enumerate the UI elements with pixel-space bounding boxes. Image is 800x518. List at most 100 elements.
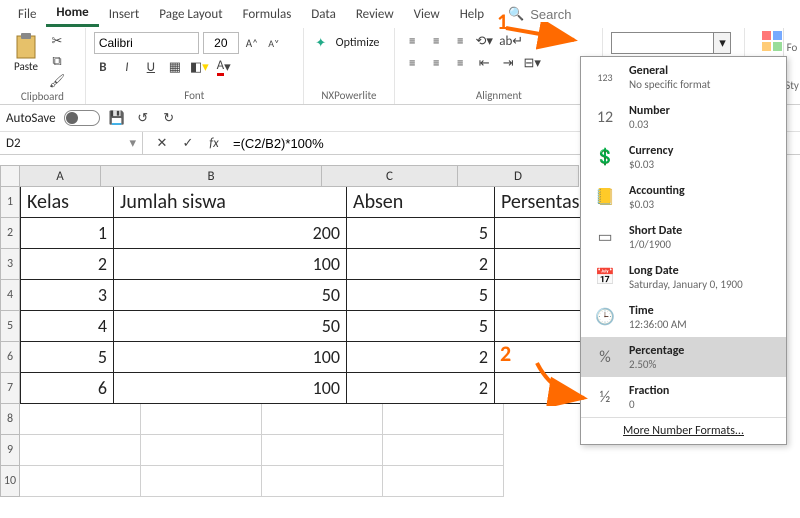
cell[interactable]: 3 — [20, 280, 114, 311]
row-header[interactable]: 8 — [0, 404, 20, 435]
cell[interactable] — [20, 466, 141, 497]
header-cell[interactable]: Jumlah siswa — [114, 187, 347, 218]
number-format-fraction[interactable]: ½Fraction0 — [581, 377, 786, 417]
align-bottom-icon[interactable]: ≡ — [451, 32, 469, 50]
row-header[interactable]: 7 — [0, 373, 20, 404]
number-format-currency[interactable]: 💲Currency$0.03 — [581, 137, 786, 177]
number-format-dropdown-icon[interactable]: ▾ — [713, 33, 730, 53]
cell[interactable] — [141, 435, 262, 466]
merge-icon[interactable]: ⊟▾ — [523, 54, 541, 72]
number-format-short-date[interactable]: ▭Short Date1/0/1900 — [581, 217, 786, 257]
cell[interactable] — [383, 435, 504, 466]
format-painter-icon[interactable]: 🖌 — [48, 72, 66, 90]
save-icon[interactable]: 💾 — [108, 109, 126, 127]
tab-data[interactable]: Data — [301, 3, 346, 26]
search-box[interactable]: 🔍 — [508, 6, 612, 23]
fill-color-icon[interactable]: ◧▾ — [190, 58, 209, 76]
cell[interactable]: 2 — [20, 249, 114, 280]
align-left-icon[interactable]: ≡ — [403, 54, 421, 72]
cell[interactable]: 100 — [114, 342, 347, 373]
number-format-accounting[interactable]: 📒Accounting$0.03 — [581, 177, 786, 217]
borders-icon[interactable]: ▦ — [166, 58, 184, 76]
align-right-icon[interactable]: ≡ — [451, 54, 469, 72]
cell[interactable]: 100 — [114, 373, 347, 404]
more-number-formats[interactable]: More Number Formats... — [581, 417, 786, 444]
tab-formulas[interactable]: Formulas — [233, 3, 302, 26]
autosave-toggle[interactable] — [64, 110, 100, 126]
row-header[interactable]: 9 — [0, 435, 20, 466]
search-input[interactable] — [528, 6, 612, 23]
number-format-time[interactable]: 🕒Time12:36:00 AM — [581, 297, 786, 337]
cell[interactable]: 4 — [20, 311, 114, 342]
decrease-font-icon[interactable]: A˅ — [265, 34, 283, 52]
cell[interactable]: 5 — [347, 218, 495, 249]
tab-page-layout[interactable]: Page Layout — [149, 3, 232, 26]
cell[interactable]: 5 — [347, 280, 495, 311]
number-format-number[interactable]: 12Number0.03 — [581, 97, 786, 137]
col-header-a[interactable]: A — [20, 165, 101, 187]
increase-font-icon[interactable]: A˄ — [243, 34, 261, 52]
tab-home[interactable]: Home — [46, 1, 98, 27]
cell[interactable] — [383, 404, 504, 435]
cell[interactable] — [20, 435, 141, 466]
fx-icon[interactable]: fx — [205, 134, 223, 152]
col-header-d[interactable]: D — [458, 165, 579, 187]
cell[interactable]: 2 — [347, 342, 495, 373]
row-header[interactable]: 1 — [0, 187, 20, 218]
tab-help[interactable]: Help — [450, 3, 494, 26]
name-box[interactable]: D2▾ — [0, 132, 143, 154]
row-header[interactable]: 4 — [0, 280, 20, 311]
cell[interactable]: 2 — [347, 249, 495, 280]
row-header[interactable]: 6 — [0, 342, 20, 373]
font-color-icon[interactable]: A▾ — [215, 58, 233, 76]
cell[interactable]: 50 — [114, 311, 347, 342]
optimize-button[interactable]: Optimize — [336, 36, 380, 50]
font-name-input[interactable] — [94, 32, 199, 54]
number-format-general[interactable]: 123GeneralNo specific format — [581, 57, 786, 97]
indent-decrease-icon[interactable]: ⇤ — [475, 54, 493, 72]
number-format-combo[interactable]: ▾ — [611, 32, 731, 54]
row-header[interactable]: 3 — [0, 249, 20, 280]
align-top-icon[interactable]: ≡ — [403, 32, 421, 50]
enter-formula-icon[interactable]: ✓ — [179, 134, 197, 152]
indent-increase-icon[interactable]: ⇥ — [499, 54, 517, 72]
formula-input[interactable] — [231, 135, 635, 152]
cut-icon[interactable]: ✂ — [48, 32, 66, 50]
tab-view[interactable]: View — [404, 3, 450, 26]
cell[interactable]: 6 — [20, 373, 114, 404]
font-size-input[interactable] — [203, 32, 239, 54]
row-header[interactable]: 10 — [0, 466, 20, 497]
row-header[interactable]: 5 — [0, 311, 20, 342]
cell[interactable]: 2 — [347, 373, 495, 404]
cell[interactable] — [262, 466, 383, 497]
undo-icon[interactable]: ↺ — [134, 109, 152, 127]
cell[interactable] — [262, 435, 383, 466]
tab-file[interactable]: File — [8, 3, 46, 26]
row-header[interactable]: 2 — [0, 218, 20, 249]
cell[interactable] — [20, 404, 141, 435]
underline-icon[interactable]: U — [142, 58, 160, 76]
redo-icon[interactable]: ↻ — [160, 109, 178, 127]
cell[interactable] — [383, 466, 504, 497]
cell[interactable]: 1 — [20, 218, 114, 249]
cell[interactable] — [262, 404, 383, 435]
col-header-c[interactable]: C — [322, 165, 458, 187]
number-format-percentage[interactable]: %Percentage2.50% — [581, 337, 786, 377]
orientation-icon[interactable]: ⟲▾ — [475, 32, 493, 50]
cell[interactable] — [141, 404, 262, 435]
optimize-icon[interactable]: ✦ — [312, 34, 330, 52]
bold-icon[interactable]: B — [94, 58, 112, 76]
cell[interactable]: 50 — [114, 280, 347, 311]
cancel-formula-icon[interactable]: ✕ — [153, 134, 171, 152]
cell[interactable]: 5 — [347, 311, 495, 342]
cell[interactable]: 200 — [114, 218, 347, 249]
select-all-corner[interactable] — [0, 165, 20, 187]
number-format-long-date[interactable]: 📅Long DateSaturday, January 0, 1900 — [581, 257, 786, 297]
header-cell[interactable]: Kelas — [20, 187, 114, 218]
col-header-b[interactable]: B — [101, 165, 322, 187]
tab-review[interactable]: Review — [346, 3, 404, 26]
align-center-icon[interactable]: ≡ — [427, 54, 445, 72]
paste-button[interactable]: Paste — [8, 32, 44, 73]
header-cell[interactable]: Absen — [347, 187, 495, 218]
italic-icon[interactable]: I — [118, 58, 136, 76]
